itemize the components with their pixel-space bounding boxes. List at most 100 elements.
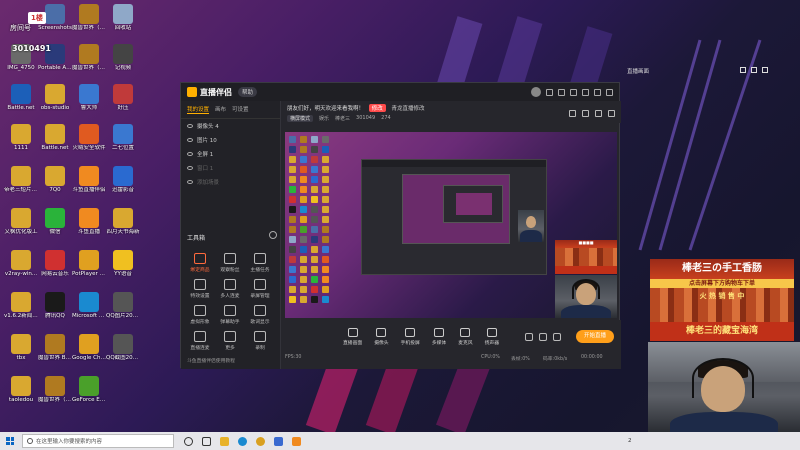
eye-icon[interactable] — [187, 166, 193, 170]
desktop-icon[interactable]: Battle.net — [4, 82, 38, 122]
desktop-icon[interactable]: 迅雷影音 — [106, 164, 140, 204]
gift-icon[interactable] — [569, 110, 576, 117]
tab-configurable[interactable]: 可设置 — [232, 105, 249, 114]
desktop-icon[interactable]: 二七位置 — [106, 122, 140, 162]
control-button[interactable]: 扬声器 — [485, 328, 499, 346]
tutorial-link[interactable]: 斗鱼直播伴侣使用教程 — [187, 357, 235, 364]
eye-icon[interactable] — [187, 124, 193, 128]
add-scene-button[interactable]: 添加场景 — [181, 175, 280, 189]
control-button[interactable]: 麦克风 — [458, 328, 473, 346]
user-avatar[interactable] — [531, 87, 541, 97]
control-button[interactable]: 手机投屏 — [401, 328, 420, 346]
edge-icon[interactable] — [238, 436, 247, 446]
tool-button[interactable]: 弹幕助手 — [215, 305, 245, 325]
control-button[interactable]: 直播画面 — [343, 328, 362, 346]
help-pill[interactable]: 帮助 — [238, 87, 258, 97]
settings-icon[interactable] — [553, 333, 561, 341]
desktop-icon[interactable]: 好压 — [106, 82, 140, 122]
desktop-icon[interactable]: taoledou — [4, 374, 38, 414]
douyu-icon[interactable] — [292, 436, 301, 446]
desktop-icon[interactable]: 斗鱼直播伴侣 — [72, 164, 106, 204]
tab-canvas[interactable]: 画布 — [215, 105, 226, 114]
desktop-icon[interactable]: QQ截图20200514... — [106, 332, 140, 372]
tool-button[interactable]: 绑定商品 — [185, 253, 215, 273]
tool-button[interactable]: 歌词显示 — [245, 305, 275, 325]
desktop-icon[interactable]: 7Q0 — [38, 164, 72, 204]
tool-button[interactable]: 特效设置 — [185, 279, 215, 299]
source-item-fullscreen[interactable]: 全屏 1 — [181, 147, 280, 161]
desktop-icon[interactable]: 又枫优化版工 — [4, 206, 38, 246]
tab-my-settings[interactable]: 我的设置 — [187, 105, 210, 114]
stream-preview[interactable]: ■■■■ — [285, 132, 617, 318]
desktop-icon[interactable]: 腾讯QQ — [38, 290, 72, 330]
skin-icon[interactable] — [558, 88, 565, 96]
minimize-icon[interactable] — [582, 88, 589, 96]
desktop-icon[interactable]: tbx — [4, 332, 38, 372]
desktop-icon[interactable]: 四月天书海新 — [106, 206, 140, 246]
desktop-icon[interactable]: Google Chrome — [72, 332, 106, 372]
tool-button[interactable]: 主播任务 — [245, 253, 275, 273]
desktop-icon[interactable]: 鲁大师 — [72, 82, 106, 122]
desktop-icon[interactable]: v1.6.2新闻采集器 — [4, 290, 38, 330]
file-explorer-icon[interactable] — [220, 436, 229, 446]
desktop-icon[interactable]: 魔兽世界 Beta测试 — [38, 332, 72, 372]
control-button[interactable]: 多媒体 — [432, 328, 446, 346]
close-icon[interactable] — [762, 67, 768, 73]
cortana-icon[interactable] — [184, 436, 193, 446]
tool-button[interactable]: 录制 — [245, 331, 275, 351]
desktop-icon[interactable]: GeForce Experience — [72, 374, 106, 414]
desktop-icon[interactable]: 魔兽世界（经典怀旧服） — [72, 42, 106, 82]
tool-button[interactable]: 录屏管理 — [245, 279, 275, 299]
desktop-icon[interactable]: 斗鱼直播 — [72, 206, 106, 246]
desktop-icon[interactable]: 记视频 — [106, 42, 140, 82]
close-icon[interactable] — [606, 88, 613, 96]
chat-icon[interactable] — [582, 110, 589, 117]
desktop-icon[interactable]: 火绒安全软件 — [72, 122, 106, 162]
lock-icon[interactable] — [740, 67, 746, 73]
streaming-app-window[interactable]: 直播伴侣 帮助 我的设置 画布 可设置 摄像头 4 图片 10 全屏 1 窗口 … — [180, 82, 621, 369]
settings-icon[interactable] — [608, 110, 615, 117]
task-view-icon[interactable] — [202, 436, 211, 446]
desktop-icon[interactable]: obs-studio — [38, 82, 72, 122]
desktop-icon[interactable]: 帝老三短片1.27 — [4, 164, 38, 204]
chrome-icon[interactable] — [256, 436, 265, 446]
tool-button[interactable]: 更多 — [215, 331, 245, 351]
tool-button[interactable]: 多人连麦 — [215, 279, 245, 299]
desktop-icon[interactable]: 1111 — [4, 122, 38, 162]
record-icon[interactable] — [525, 333, 533, 341]
eye-icon[interactable] — [539, 333, 547, 341]
tool-button[interactable]: 观察粉丝 — [215, 253, 245, 273]
desktop-icon[interactable]: 魔兽世界（经典怀旧服） — [72, 2, 106, 42]
mode-selector[interactable]: 横屏模式 — [287, 115, 314, 122]
desktop-icon[interactable]: 魔兽世界（经典怀旧服） — [38, 374, 72, 414]
tool-button[interactable]: 虚拟形象 — [185, 305, 215, 325]
desktop-icon[interactable]: Battle.net — [38, 122, 72, 162]
source-item-window[interactable]: 窗口 1 — [181, 161, 280, 175]
desktop-icon[interactable]: 网易云音乐 — [38, 248, 72, 288]
control-button[interactable]: 摄像头 — [374, 328, 389, 346]
tool-button[interactable]: 直播连麦 — [185, 331, 215, 351]
eye-icon[interactable] — [187, 138, 193, 142]
source-item-camera[interactable]: 摄像头 4 — [181, 119, 280, 133]
app-titlebar[interactable]: 直播伴侣 帮助 — [181, 83, 619, 101]
menu-icon[interactable] — [570, 88, 577, 96]
message-icon[interactable] — [546, 88, 553, 96]
desktop-icon[interactable]: PotPlayer 64 bit — [72, 248, 106, 288]
bell-icon[interactable] — [595, 110, 602, 117]
store-icon[interactable] — [274, 436, 283, 446]
category-label[interactable]: 娱乐 — [319, 115, 329, 122]
desktop-icon[interactable]: 回收站 — [106, 2, 140, 42]
desktop-icon[interactable]: Microsoft Edge — [72, 290, 106, 330]
announcement-sub[interactable]: 青龙直播修改 — [392, 106, 425, 112]
desktop-icon[interactable]: 微信 — [38, 206, 72, 246]
source-item-image[interactable]: 图片 10 — [181, 133, 280, 147]
windows-start-icon[interactable] — [6, 437, 14, 445]
eye-icon[interactable] — [187, 152, 193, 156]
minimize-icon[interactable] — [751, 67, 757, 73]
desktop-icon[interactable]: YY语音 — [106, 248, 140, 288]
desktop-icon[interactable]: v2ray-win... — [4, 248, 38, 288]
maximize-icon[interactable] — [594, 88, 601, 96]
start-live-button[interactable]: 开始直播 — [576, 330, 614, 343]
gear-icon[interactable] — [269, 231, 277, 239]
edit-announcement-button[interactable]: 修改 — [368, 104, 386, 112]
